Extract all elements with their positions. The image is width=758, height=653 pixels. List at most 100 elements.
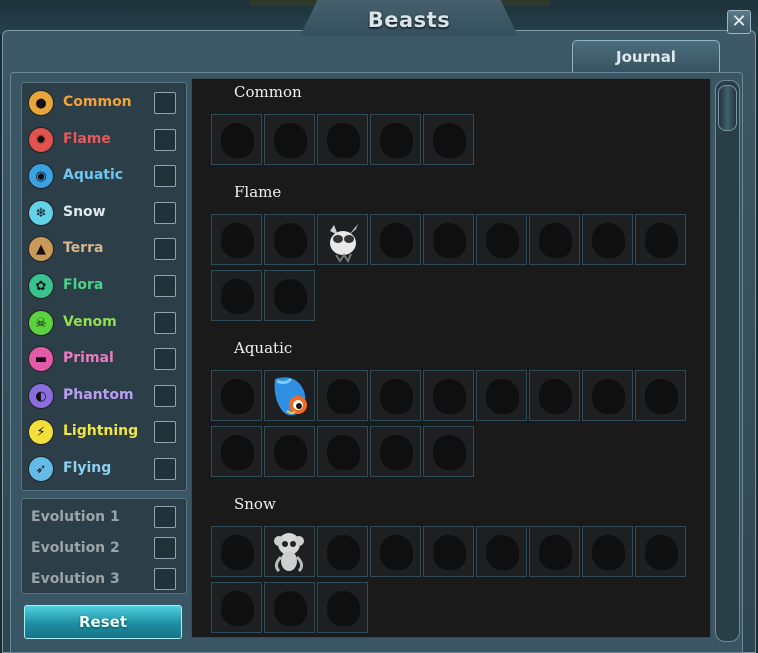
close-button[interactable]: ✕ [727, 10, 751, 34]
scrollbar-track[interactable] [715, 80, 740, 642]
evolution-filter-list: Evolution 1 Evolution 2 Evolution 3 [21, 498, 187, 594]
beast-silhouette [486, 379, 519, 414]
flame-icon: ✹ [28, 127, 54, 153]
beast-slot-locked[interactable] [370, 114, 421, 165]
filter-label-evolution-3: Evolution 3 [31, 571, 120, 587]
beast-slot-locked[interactable] [370, 370, 421, 421]
filter-checkbox-lightning[interactable] [154, 421, 176, 443]
beast-slot-locked[interactable] [317, 426, 368, 477]
beast-silhouette [433, 379, 466, 414]
filter-checkbox-snow[interactable] [154, 202, 176, 224]
filter-row-venom[interactable]: ☠ Venom [22, 307, 186, 339]
beast-slot-locked[interactable] [264, 426, 315, 477]
filter-checkbox-evolution-1[interactable] [154, 506, 176, 528]
beast-silhouette [221, 223, 254, 258]
beast-silhouette [380, 435, 413, 470]
filter-label-aquatic: Aquatic [63, 167, 124, 183]
beast-slot-locked[interactable] [582, 214, 633, 265]
beast-silhouette [327, 535, 360, 570]
beast-silhouette [274, 279, 307, 314]
filter-checkbox-common[interactable] [154, 92, 176, 114]
beast-slot-locked[interactable] [264, 270, 315, 321]
filter-row-flora[interactable]: ✿ Flora [22, 270, 186, 302]
reset-button-label: Reset [79, 613, 127, 631]
beast-slot-locked[interactable] [370, 426, 421, 477]
beast-slot-locked[interactable] [370, 214, 421, 265]
filter-label-primal: Primal [63, 350, 114, 366]
beast-slot-locked[interactable] [317, 526, 368, 577]
beast-silhouette [274, 591, 307, 626]
filter-checkbox-venom[interactable] [154, 312, 176, 334]
section-title-aquatic: Aquatic [234, 339, 293, 357]
beast-slot-locked[interactable] [211, 426, 262, 477]
beast-slot-discovered[interactable] [264, 370, 315, 421]
beast-slot-locked[interactable] [211, 526, 262, 577]
reset-button[interactable]: Reset [24, 605, 182, 639]
filter-row-evolution-2[interactable]: Evolution 2 [22, 532, 186, 564]
filter-label-phantom: Phantom [63, 387, 134, 403]
filter-row-phantom[interactable]: ◐ Phantom [22, 380, 186, 412]
beast-slot-locked[interactable] [423, 426, 474, 477]
filter-checkbox-flame[interactable] [154, 129, 176, 151]
beast-slot-locked[interactable] [317, 114, 368, 165]
beast-slot-locked[interactable] [423, 526, 474, 577]
beast-slot-locked[interactable] [635, 214, 686, 265]
filter-checkbox-aquatic[interactable] [154, 165, 176, 187]
beast-slot-locked[interactable] [211, 114, 262, 165]
beast-slot-locked[interactable] [635, 370, 686, 421]
filter-checkbox-evolution-2[interactable] [154, 537, 176, 559]
filter-checkbox-evolution-3[interactable] [154, 568, 176, 590]
beast-slot-locked[interactable] [582, 526, 633, 577]
filter-checkbox-flying[interactable] [154, 458, 176, 480]
beast-slot-locked[interactable] [529, 526, 580, 577]
beast-silhouette [433, 123, 466, 158]
close-icon: ✕ [731, 11, 747, 32]
beast-slot-locked[interactable] [423, 370, 474, 421]
filter-checkbox-phantom[interactable] [154, 385, 176, 407]
scrollbar-thumb[interactable] [718, 85, 737, 131]
beast-slot-discovered[interactable] [264, 526, 315, 577]
beast-slot-locked[interactable] [476, 370, 527, 421]
filter-label-evolution-1: Evolution 1 [31, 509, 120, 525]
beast-silhouette [327, 591, 360, 626]
beast-slot-locked[interactable] [476, 214, 527, 265]
filter-row-snow[interactable]: ❄ Snow [22, 197, 186, 229]
beast-slot-locked[interactable] [264, 582, 315, 633]
beast-slot-locked[interactable] [211, 370, 262, 421]
beast-slot-locked[interactable] [529, 214, 580, 265]
filter-row-evolution-3[interactable]: Evolution 3 [22, 563, 186, 595]
filter-row-flame[interactable]: ✹ Flame [22, 124, 186, 156]
flora-icon: ✿ [28, 273, 54, 299]
filter-checkbox-flora[interactable] [154, 275, 176, 297]
tab-journal[interactable]: Journal [572, 40, 720, 73]
beast-silhouette [380, 223, 413, 258]
beast-slot-locked[interactable] [476, 526, 527, 577]
beast-slot-locked[interactable] [317, 582, 368, 633]
filter-row-aquatic[interactable]: ◉ Aquatic [22, 160, 186, 192]
beast-slot-locked[interactable] [211, 270, 262, 321]
filter-checkbox-terra[interactable] [154, 238, 176, 260]
beast-slot-locked[interactable] [582, 370, 633, 421]
tab-journal-label: Journal [616, 48, 676, 66]
beast-slot-locked[interactable] [529, 370, 580, 421]
filter-row-lightning[interactable]: ⚡ Lightning [22, 416, 186, 448]
filter-row-flying[interactable]: ➶ Flying [22, 453, 186, 485]
filter-label-flame: Flame [63, 131, 111, 147]
beast-slot-locked[interactable] [423, 214, 474, 265]
beast-slot-locked[interactable] [211, 582, 262, 633]
filter-label-snow: Snow [63, 204, 106, 220]
beast-slot-locked[interactable] [635, 526, 686, 577]
beast-slot-locked[interactable] [211, 214, 262, 265]
beast-slot-locked[interactable] [423, 114, 474, 165]
filter-row-evolution-1[interactable]: Evolution 1 [22, 501, 186, 533]
filter-row-terra[interactable]: ▲ Terra [22, 233, 186, 265]
beast-slot-locked[interactable] [264, 214, 315, 265]
beast-slot-locked[interactable] [317, 370, 368, 421]
filter-row-primal[interactable]: ▬ Primal [22, 343, 186, 375]
filter-checkbox-primal[interactable] [154, 348, 176, 370]
filter-row-common[interactable]: ● Common [22, 87, 186, 119]
beast-slot-locked[interactable] [370, 526, 421, 577]
beast-slot-discovered[interactable] [317, 214, 368, 265]
filter-label-terra: Terra [63, 240, 104, 256]
beast-slot-locked[interactable] [264, 114, 315, 165]
